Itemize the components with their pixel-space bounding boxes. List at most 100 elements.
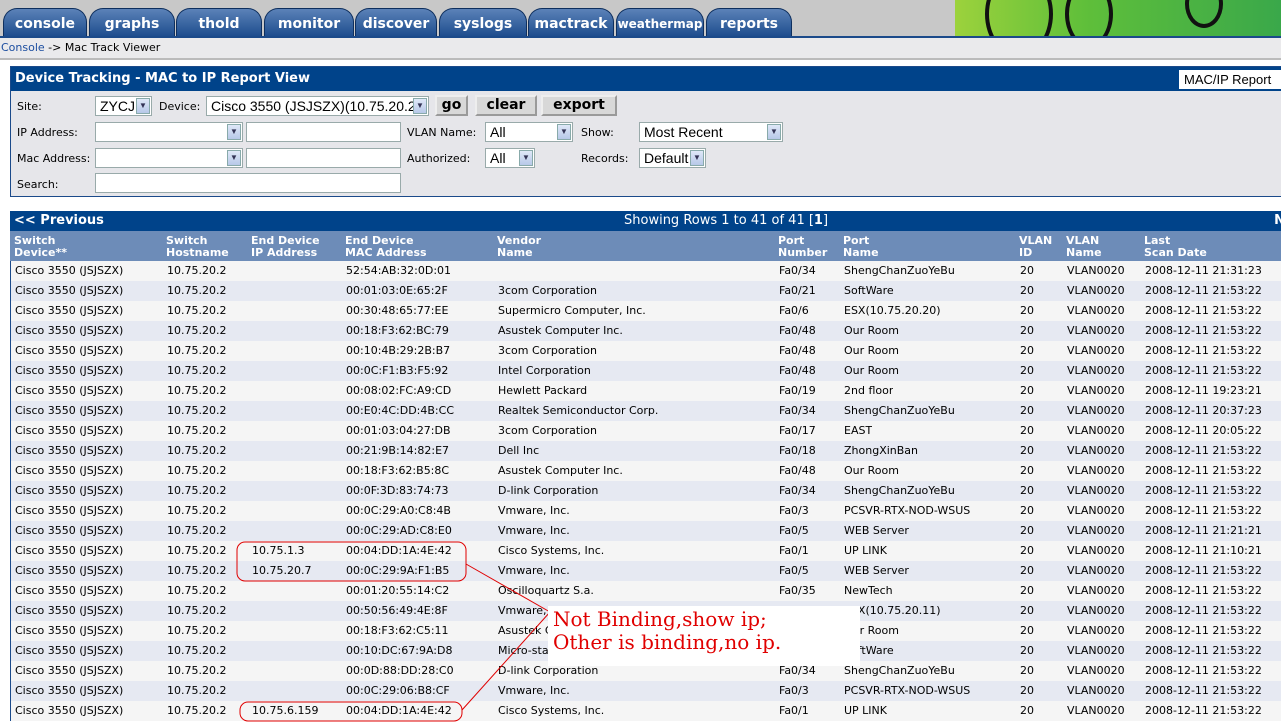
column-header-switch-hostname[interactable]: Switch Hostname: [166, 235, 229, 259]
cell-mac-address: 00:30:48:65:77:EE: [346, 304, 449, 317]
vlan-value: All: [490, 124, 506, 140]
table-row: Cisco 3550 (JSJSZX) 10.75.20.2 00:10:4B:29…: [11, 341, 1281, 361]
cell-vlan-id: 20: [1020, 684, 1034, 697]
table-row: Cisco 3550 (JSJSZX) 10.75.20.2 00:0C:29:AD…: [11, 521, 1281, 541]
export-button[interactable]: export: [541, 95, 617, 116]
cell-vlan-id: 20: [1020, 444, 1034, 457]
page-link[interactable]: 1: [814, 213, 823, 228]
table-row: Cisco 3550 (JSJSZX) 10.75.20.2 00:01:03:04…: [11, 421, 1281, 441]
cell-mac-address: 00:0C:29:06:B8:CF: [346, 684, 450, 697]
cell-vlan-name: VLAN0020: [1067, 304, 1125, 317]
records-label: Records:: [581, 152, 629, 165]
records-select[interactable]: Default ▼: [639, 148, 706, 168]
cell-port-name: NewTech: [844, 584, 893, 597]
column-header-last-scan-date[interactable]: Last Scan Date: [1144, 235, 1207, 259]
authorized-select[interactable]: All ▼: [485, 148, 535, 168]
cell-switch-device: Cisco 3550 (JSJSZX): [15, 584, 124, 597]
column-header-text: Name: [497, 246, 533, 259]
breadcrumb-console-link[interactable]: Console: [1, 41, 45, 54]
cell-vendor-name: Micro-star: [498, 644, 554, 657]
cell-mac-address: 00:21:9B:14:82:E7: [346, 444, 450, 457]
cell-switch-hostname: 10.75.20.2: [167, 304, 227, 317]
cell-switch-hostname: 10.75.20.2: [167, 364, 227, 377]
previous-link[interactable]: << Previous: [14, 211, 104, 231]
cell-vlan-id: 20: [1020, 524, 1034, 537]
chevron-down-icon: ▼: [690, 150, 704, 166]
device-label: Device:: [159, 100, 201, 113]
column-header-vendor-name[interactable]: Vendor Name: [497, 235, 541, 259]
device-select[interactable]: Cisco 3550 (JSJSZX)(10.75.20.2) ▼: [206, 96, 429, 116]
annotation-line-1: Not Binding,show ip;: [553, 607, 767, 631]
table-row: Cisco 3550 (JSJSZX) 10.75.20.2 10.75.6.159…: [11, 701, 1281, 721]
column-header-port-number[interactable]: Port Number: [778, 235, 827, 259]
tab-weathermap[interactable]: weathermap: [616, 8, 704, 36]
cell-vlan-id: 20: [1020, 584, 1034, 597]
cell-vlan-id: 20: [1020, 384, 1034, 397]
table-row: Cisco 3550 (JSJSZX) 10.75.20.2 00:30:48:65…: [11, 301, 1281, 321]
pagination-bar: << Previous Showing Rows 1 to 41 of 41 […: [10, 211, 1281, 231]
chevron-down-icon: ▼: [767, 124, 781, 140]
mac-match-select[interactable]: ▼: [95, 148, 243, 168]
site-select[interactable]: ZYCJ ▼: [95, 96, 152, 116]
column-header-switch-device[interactable]: Switch Device**: [14, 235, 67, 259]
cell-last-scan-date: 2008-12-11 21:53:22: [1145, 304, 1262, 317]
tab-mactrack[interactable]: mactrack: [528, 8, 614, 36]
cell-vlan-id: 20: [1020, 504, 1034, 517]
next-link[interactable]: N: [1274, 211, 1281, 231]
cell-port-name: 2nd floor: [844, 384, 894, 397]
cell-vendor-name: Cisco Systems, Inc.: [498, 704, 605, 717]
column-header-vlan-id[interactable]: VLAN ID: [1019, 235, 1052, 259]
ip-match-select[interactable]: ▼: [95, 122, 243, 142]
column-header-vlan-name[interactable]: VLAN Name: [1066, 235, 1102, 259]
table-row: Cisco 3550 (JSJSZX) 10.75.20.2 00:E0:4C:DD…: [11, 401, 1281, 421]
column-header-text: ID: [1019, 246, 1033, 259]
tab-syslogs[interactable]: syslogs: [439, 8, 527, 36]
tab-graphs[interactable]: graphs: [89, 8, 175, 36]
cell-mac-address: 00:04:DD:1A:4E:42: [346, 544, 452, 557]
column-header-ip-address[interactable]: End Device IP Address: [251, 235, 320, 259]
cell-port-number: Fa0/19: [779, 384, 816, 397]
column-header-text: Name: [843, 246, 879, 259]
go-button[interactable]: go: [435, 95, 468, 116]
cell-port-name: SoftWare: [844, 284, 894, 297]
cell-last-scan-date: 2008-12-11 21:53:22: [1145, 324, 1262, 337]
cell-switch-hostname: 10.75.20.2: [167, 464, 227, 477]
cell-port-name: Our Room: [844, 464, 899, 477]
tab-discover[interactable]: discover: [355, 8, 437, 36]
cell-last-scan-date: 2008-12-11 19:23:21: [1145, 384, 1262, 397]
cell-last-scan-date: 2008-12-11 21:53:22: [1145, 624, 1262, 637]
cell-switch-hostname: 10.75.20.2: [167, 444, 227, 457]
cell-last-scan-date: 2008-12-11 21:53:22: [1145, 484, 1262, 497]
clear-button[interactable]: clear: [475, 95, 537, 116]
ip-address-input[interactable]: [246, 122, 401, 142]
annotation-line-2: Other is binding,no ip.: [553, 630, 782, 654]
cell-vlan-id: 20: [1020, 604, 1034, 617]
column-header-text: Name: [1066, 246, 1102, 259]
search-input[interactable]: [95, 173, 401, 193]
show-select[interactable]: Most Recent ▼: [639, 122, 783, 142]
cell-port-number: Fa0/6: [779, 304, 809, 317]
vlan-name-select[interactable]: All ▼: [485, 122, 573, 142]
tab-reports[interactable]: reports: [706, 8, 792, 36]
column-header-port-name[interactable]: Port Name: [843, 235, 879, 259]
mac-address-input[interactable]: [246, 148, 401, 168]
cell-switch-hostname: 10.75.20.2: [167, 544, 227, 557]
column-header-text: Hostname: [166, 246, 229, 259]
cell-mac-address: 00:0C:29:9A:F1:B5: [346, 564, 450, 577]
cell-port-name: Our Room: [844, 324, 899, 337]
cell-vlan-id: 20: [1020, 264, 1034, 277]
cell-vlan-id: 20: [1020, 364, 1034, 377]
cell-mac-address: 52:54:AB:32:0D:01: [346, 264, 452, 277]
cell-vendor-name: Dell Inc: [498, 444, 540, 457]
column-header-text: MAC Address: [345, 246, 427, 259]
tab-console[interactable]: console: [3, 8, 87, 36]
column-header-mac-address[interactable]: End Device MAC Address: [345, 235, 427, 259]
tab-monitor[interactable]: monitor: [264, 8, 354, 36]
cell-switch-device: Cisco 3550 (JSJSZX): [15, 264, 124, 277]
cell-port-number: Fa0/1: [779, 544, 809, 557]
cell-port-name: PCSVR-RTX-NOD-WSUS: [844, 504, 971, 517]
report-type-select[interactable]: MAC/IP Report: [1179, 70, 1281, 89]
cell-switch-hostname: 10.75.20.2: [167, 324, 227, 337]
cell-port-number: Fa0/18: [779, 444, 816, 457]
tab-thold[interactable]: thold: [176, 8, 262, 36]
